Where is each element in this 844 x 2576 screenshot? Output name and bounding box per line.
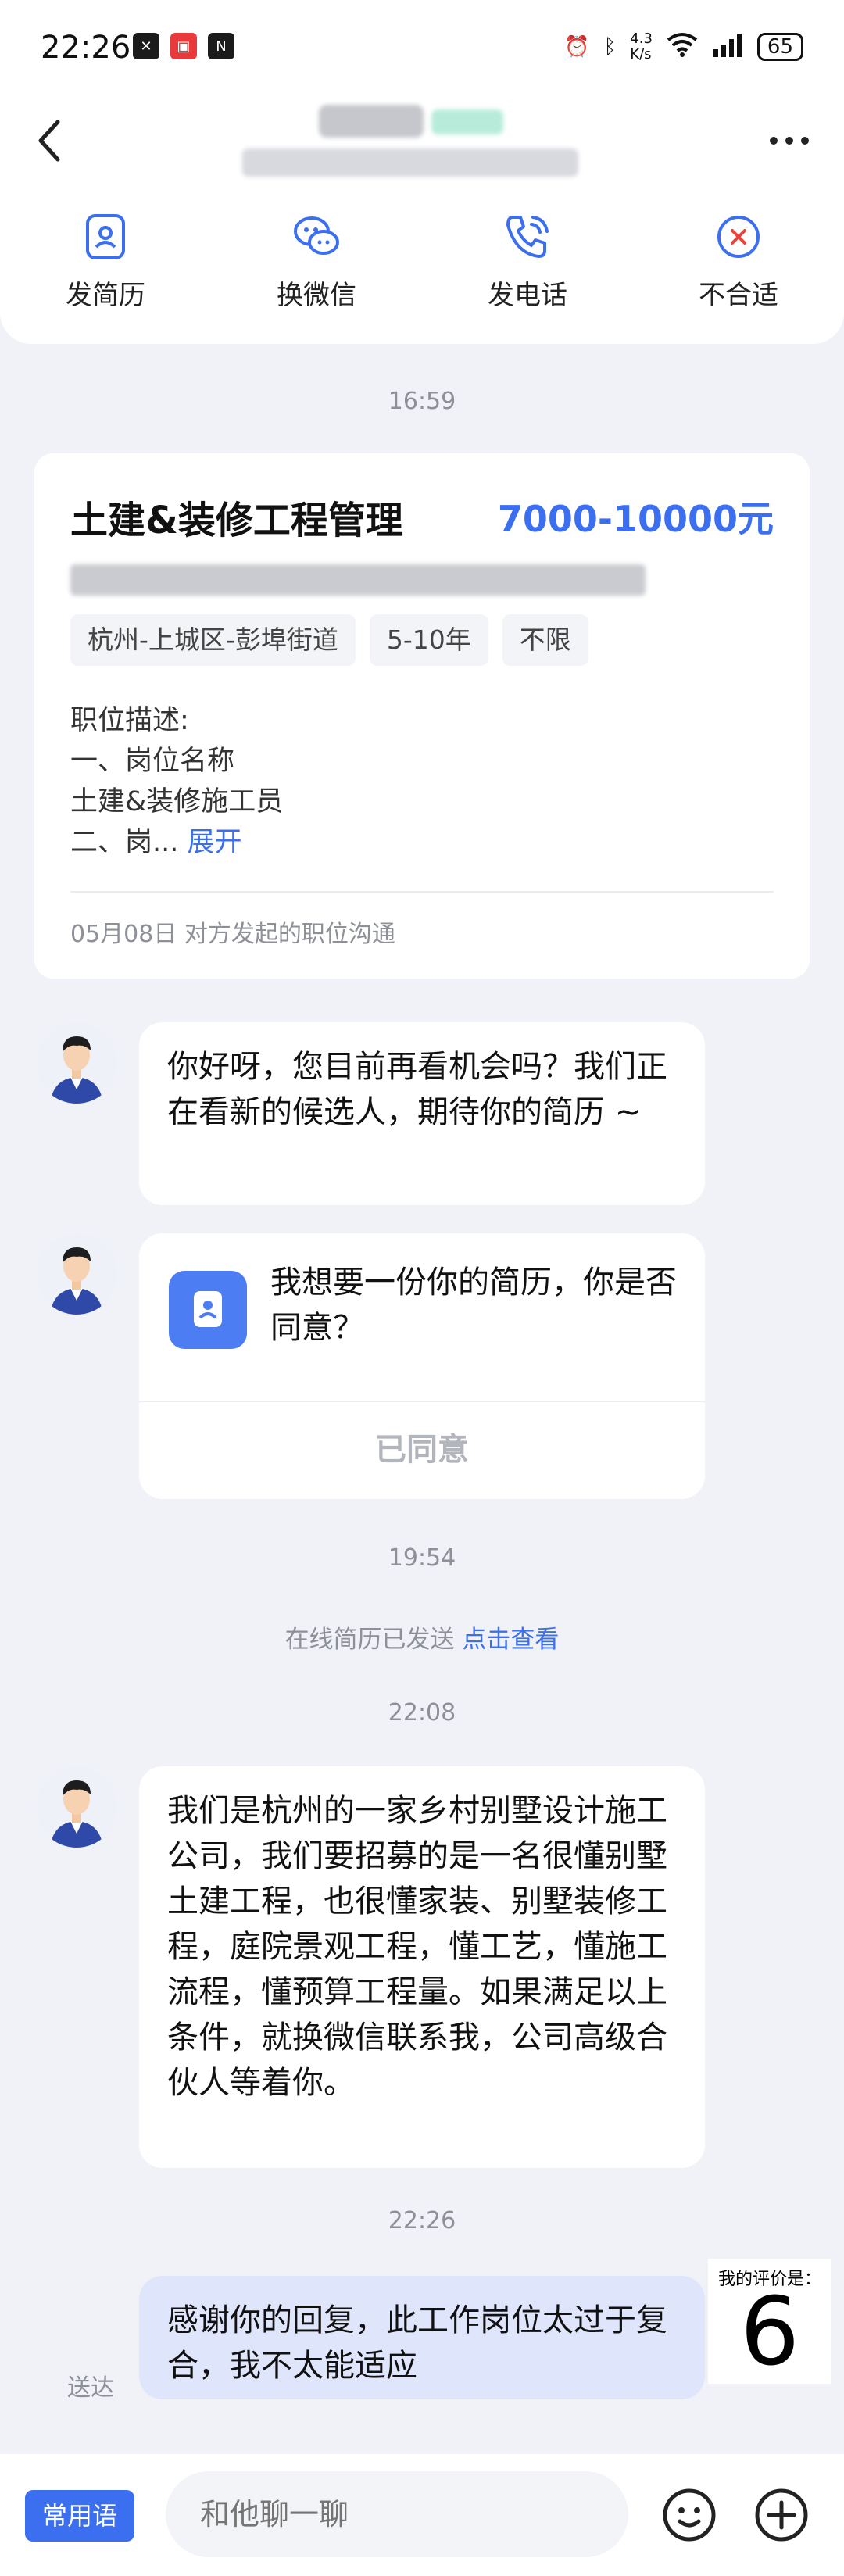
input-bar: 常用语	[0, 2454, 844, 2576]
message-input[interactable]	[166, 2471, 628, 2557]
my-message-bubble: 感谢你的回复，此工作岗位太过于复合，我不太能适应	[139, 2276, 705, 2399]
resume-icon	[86, 214, 125, 259]
expand-link[interactable]: 展开	[188, 827, 242, 858]
status-bar: 22:26 ✕ ▣ N ⏰ ᛒ 4.3 K/s 65	[0, 0, 844, 94]
network-speed: 4.3 K/s	[630, 30, 653, 63]
chat-header: 发简历 换微信 发电话 不合适	[0, 94, 844, 344]
rating-value: 6	[739, 2278, 800, 2387]
delivered-status: 送达	[67, 2374, 114, 2402]
message-bubble: 你好呀，您目前再看机会吗？我们正在看新的候选人，期待你的简历 ~	[139, 1022, 705, 1205]
app-notification-icon: ✕	[133, 33, 159, 59]
chat-actions: 发简历 换微信 发电话 不合适	[0, 211, 844, 312]
plus-icon[interactable]	[753, 2487, 810, 2543]
timestamp: 16:59	[388, 388, 456, 415]
resume-request-text: 我想要一份你的简历，你是否同意？	[270, 1265, 677, 1346]
timestamp: 19:54	[388, 1544, 456, 1572]
resume-sent-note: 在线简历已发送 点击查看	[284, 1626, 560, 1654]
divider	[70, 891, 774, 893]
resume-request-card: 我想要一份你的简历，你是否同意？ 已同意	[139, 1233, 705, 1499]
more-options-icon[interactable]	[766, 125, 813, 156]
send-phone-button[interactable]: 发电话	[422, 211, 633, 312]
reject-icon	[717, 216, 760, 258]
avatar[interactable]	[36, 1022, 117, 1104]
nfc-icon: N	[208, 33, 234, 59]
emoji-icon[interactable]	[661, 2487, 717, 2543]
not-suitable-button[interactable]: 不合适	[633, 211, 844, 312]
job-company-redacted	[70, 564, 646, 596]
job-description: 职位描述: 一、岗位名称 土建&装修施工员 二、岗... 展开	[70, 705, 284, 858]
exchange-wechat-button[interactable]: 换微信	[211, 211, 422, 312]
rating-overlay: 我的评价是： 6	[708, 2259, 831, 2384]
wifi-icon	[667, 32, 698, 63]
bluetooth-icon: ᛒ	[603, 35, 617, 59]
timestamp: 22:08	[388, 1699, 456, 1726]
common-phrases-button[interactable]: 常用语	[25, 2490, 135, 2542]
wechat-icon	[294, 216, 339, 255]
signal-icon	[712, 32, 743, 63]
recruiter-company-redacted	[242, 148, 578, 177]
avatar[interactable]	[36, 1766, 117, 1848]
clock: 22:26	[41, 30, 131, 66]
job-card[interactable]: 土建&装修工程管理 7000-10000元 杭州-上城区-彭埠街道 5-10年 …	[34, 453, 810, 979]
send-resume-button[interactable]: 发简历	[0, 211, 211, 312]
alarm-icon: ⏰	[564, 35, 590, 59]
notification-icons: ✕ ▣ N	[133, 33, 234, 59]
job-salary: 7000-10000元	[497, 498, 774, 540]
app-notification-icon: ▣	[170, 33, 197, 59]
job-card-footer: 05月08日 对方发起的职位沟通	[70, 921, 395, 948]
view-resume-link[interactable]: 点击查看	[462, 1626, 559, 1654]
experience-tag: 5-10年	[369, 614, 488, 666]
phone-icon	[506, 216, 549, 258]
battery-indicator: 65	[756, 33, 803, 61]
back-arrow-icon[interactable]	[31, 117, 69, 164]
timestamp: 22:26	[388, 2207, 456, 2234]
divider	[139, 1401, 705, 1402]
resume-request-icon	[169, 1271, 247, 1349]
recruiter-name-redacted	[319, 105, 424, 138]
avatar[interactable]	[36, 1233, 117, 1315]
location-tag: 杭州-上城区-彭埠街道	[70, 614, 356, 666]
education-tag: 不限	[502, 614, 588, 666]
job-title: 土建&装修工程管理	[70, 499, 403, 542]
agreed-status: 已同意	[375, 1432, 469, 1468]
recruiter-status-redacted	[431, 109, 503, 134]
system-status: ⏰ ᛒ 4.3 K/s 65	[564, 31, 803, 63]
job-tags: 杭州-上城区-彭埠街道 5-10年 不限	[70, 614, 588, 666]
message-bubble: 我们是杭州的一家乡村别墅设计施工公司，我们要招募的是一名很懂别墅土建工程，也很懂…	[139, 1766, 705, 2168]
